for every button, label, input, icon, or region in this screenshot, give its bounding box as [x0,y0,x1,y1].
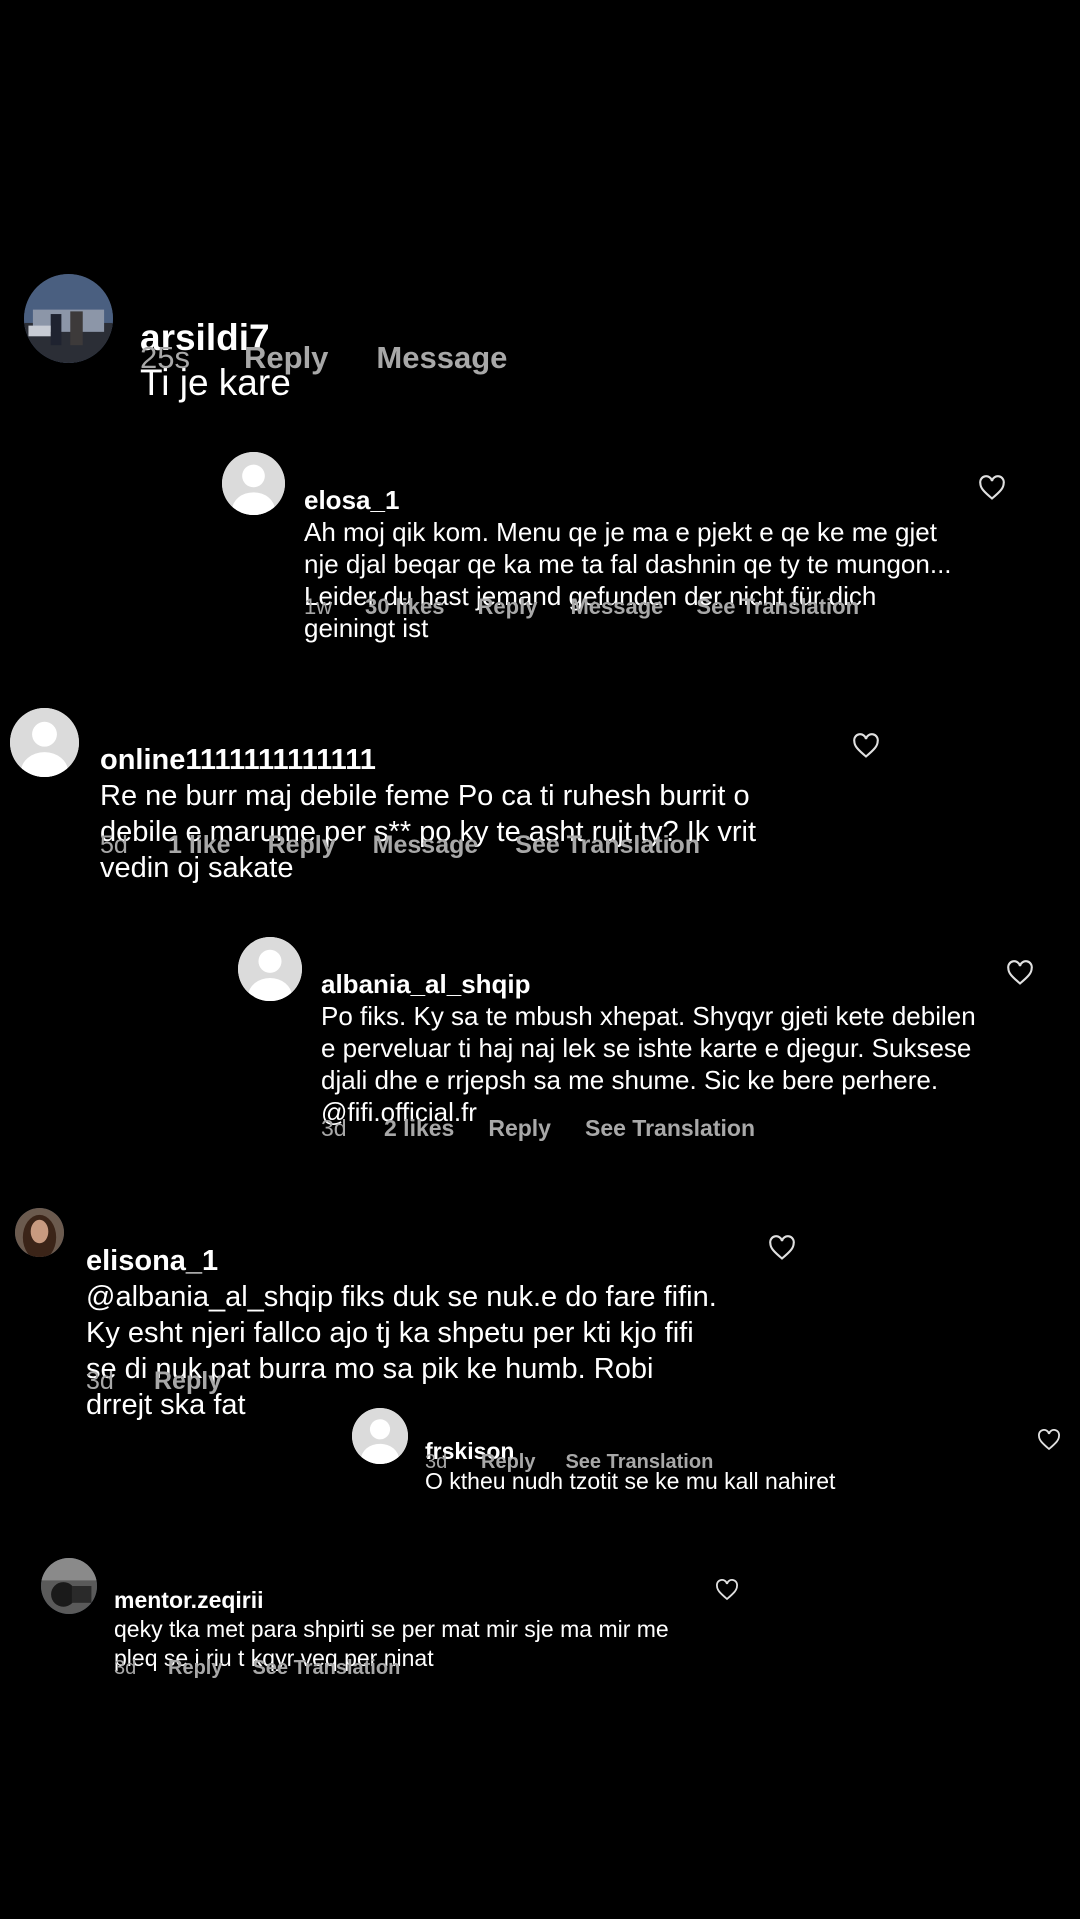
timestamp: 3d [86,1367,114,1395]
reply-button[interactable]: Reply [481,1451,535,1474]
default-avatar-icon [238,937,302,1001]
profile-photo [24,274,113,363]
default-avatar-icon [352,1408,408,1464]
username[interactable]: mentor.zeqirii [114,1587,264,1613]
see-translation-link[interactable]: See Translation [585,1115,755,1142]
comment-body: Po fiks. Ky sa te mbush xhepat. Shyqyr g… [321,1001,976,1127]
timestamp: 1w [304,594,333,619]
profile-photo [41,1558,97,1614]
comment-meta: 5d 1 like Reply Message See Translation [100,831,700,860]
comment-meta: 3d 2 likes Reply See Translation [321,1115,755,1142]
likes-count[interactable]: 2 likes [384,1115,454,1142]
comment-meta: 3d Reply See Translation [425,1451,713,1474]
reply-button[interactable]: Reply [478,594,538,620]
avatar[interactable] [15,1208,64,1257]
reply-button[interactable]: Reply [268,831,336,860]
like-heart-icon[interactable] [1006,960,1034,986]
avatar[interactable] [10,708,79,777]
see-translation-link[interactable]: See Translation [515,831,700,860]
default-avatar-icon [10,708,79,777]
timestamp: 25s [140,340,190,375]
like-heart-icon[interactable] [978,475,1006,501]
timestamp: 3d [114,1657,137,1679]
timestamp: 3d [425,1451,448,1473]
message-button[interactable]: Message [376,340,507,376]
timestamp: 5d [100,831,128,859]
like-heart-icon[interactable] [852,733,880,759]
avatar[interactable] [41,1558,97,1614]
username[interactable]: elisona_1 [86,1245,218,1277]
username[interactable]: albania_al_shqip [321,969,531,999]
see-translation-link[interactable]: See Translation [696,594,859,620]
comment-meta: 3d Reply See Translation [114,1657,400,1680]
comment-text: mentor.zeqirii qeky tka met para shpirti… [114,1557,694,1673]
like-heart-icon[interactable] [715,1579,739,1601]
message-button[interactable]: Message [570,594,663,620]
comment-meta: 1w 30 likes Reply Message See Translatio… [304,594,859,620]
avatar[interactable] [352,1408,408,1464]
likes-count[interactable]: 30 likes [365,594,445,620]
comment-text: arsildi7 Ti je kare [140,272,940,405]
reply-button[interactable]: Reply [154,1367,222,1396]
see-translation-link[interactable]: See Translation [565,1451,713,1474]
timestamp: 3d [321,1115,347,1141]
reply-button[interactable]: Reply [244,340,328,376]
reply-button[interactable]: Reply [168,1657,222,1680]
likes-count[interactable]: 1 like [168,831,231,860]
see-translation-link[interactable]: See Translation [252,1657,400,1680]
comment-body: @albania_al_shqip fiks duk se nuk.e do f… [86,1281,717,1421]
avatar[interactable] [238,937,302,1001]
avatar[interactable] [222,452,285,515]
comment-body: Ah moj qik kom. Menu qe je ma e pjekt e … [304,517,952,643]
username[interactable]: elosa_1 [304,485,399,515]
username[interactable]: online1111111111111 [100,744,376,776]
comment-meta: 3d Reply [86,1367,222,1396]
default-avatar-icon [222,452,285,515]
comment-meta: 25s Reply Message [140,340,507,376]
profile-photo [15,1208,64,1257]
comment-text: albania_al_shqip Po fiks. Ky sa te mbush… [321,936,981,1128]
avatar[interactable] [24,274,113,363]
reply-button[interactable]: Reply [488,1115,551,1142]
like-heart-icon[interactable] [1037,1429,1061,1451]
like-heart-icon[interactable] [768,1235,796,1261]
message-button[interactable]: Message [373,831,479,860]
